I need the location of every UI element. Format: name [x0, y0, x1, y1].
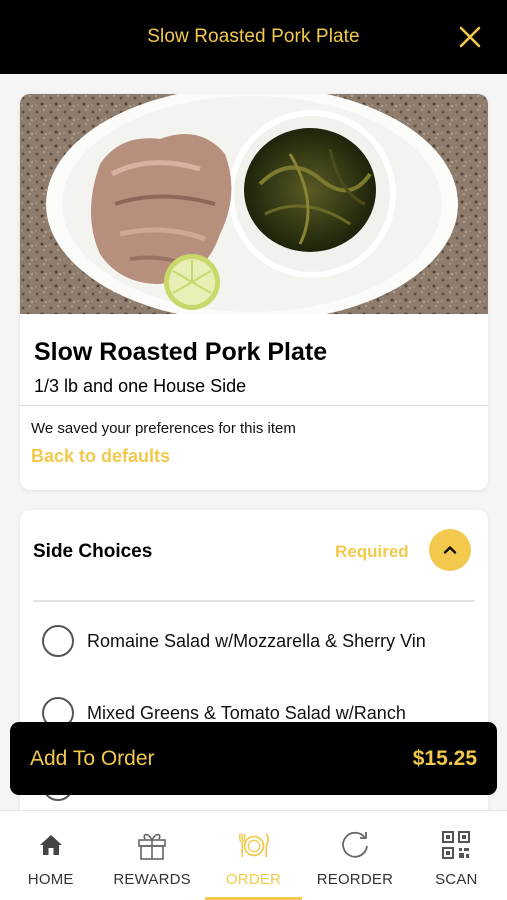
item-card: Slow Roasted Pork Plate 1/3 lb and one H…	[20, 94, 488, 490]
back-to-defaults-link[interactable]: Back to defaults	[31, 446, 170, 467]
header-bar: Slow Roasted Pork Plate	[0, 0, 507, 74]
tab-scan[interactable]: SCAN	[406, 811, 507, 900]
item-subtitle: 1/3 lb and one House Side	[34, 376, 247, 396]
divider	[20, 405, 488, 406]
tab-label: HOME	[27, 871, 74, 888]
close-button[interactable]	[457, 24, 483, 50]
item-title: Slow Roasted Pork Plate	[34, 338, 328, 366]
utensils-plate-icon	[237, 828, 271, 862]
side-choices-title: Side Choices	[33, 541, 153, 562]
tab-label: REWARDS	[113, 871, 191, 888]
radio-button[interactable]	[42, 625, 74, 657]
gift-icon	[135, 828, 169, 862]
required-badge: Required	[335, 542, 409, 561]
tab-rewards[interactable]: REWARDS	[101, 811, 202, 900]
item-detail-scroll[interactable]: Slow Roasted Pork Plate 1/3 lb and one H…	[0, 74, 507, 810]
refresh-icon	[338, 828, 372, 862]
tab-home[interactable]: HOME	[0, 811, 101, 900]
preferences-note: We saved your preferences for this item	[31, 420, 296, 437]
tab-label: SCAN	[435, 871, 478, 888]
add-to-order-label: Add To Order	[30, 746, 155, 770]
tab-reorder[interactable]: REORDER	[304, 811, 405, 900]
divider	[33, 600, 475, 602]
close-icon	[459, 26, 481, 48]
side-option-label: Mixed Greens & Tomato Salad w/Ranch	[87, 702, 406, 723]
item-image	[20, 94, 488, 314]
tab-label: ORDER	[225, 871, 282, 888]
page-title: Slow Roasted Pork Plate	[147, 26, 360, 47]
tab-order[interactable]: ORDER	[203, 811, 304, 900]
collapse-section-button[interactable]	[429, 529, 471, 571]
add-to-order-button[interactable]: Add To Order $15.25	[10, 722, 497, 795]
tab-label: REORDER	[316, 871, 394, 888]
home-icon	[34, 828, 68, 862]
side-option-label: Romaine Salad w/Mozzarella & Sherry Vin	[87, 630, 426, 651]
chevron-up-icon	[443, 546, 457, 554]
side-option[interactable]: Romaine Salad w/Mozzarella & Sherry Vin	[42, 624, 472, 658]
qr-code-icon	[439, 828, 473, 862]
bottom-tab-bar: HOME REWARDS ORDER REORDER SCAN	[0, 810, 507, 900]
order-price: $15.25	[412, 746, 477, 770]
